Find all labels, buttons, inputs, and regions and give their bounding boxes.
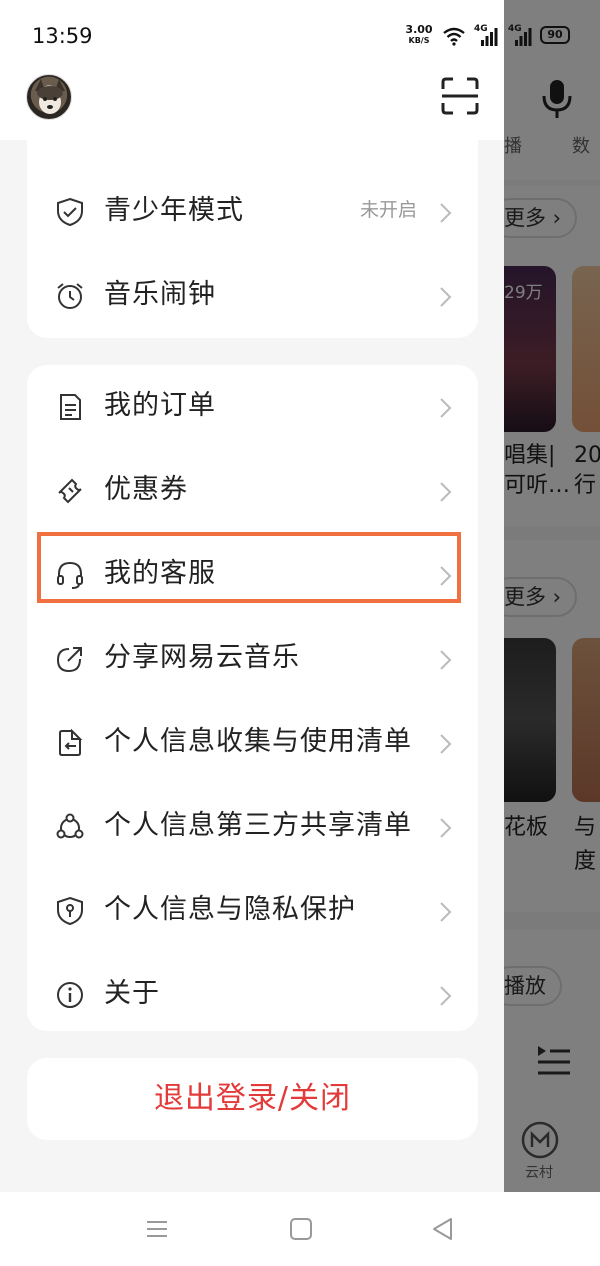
privacy-shield-icon [57, 896, 83, 926]
menu-label: 个人信息与隐私保护 [104, 894, 356, 925]
status-indicators: 3.00 KB/S 4G 4G 90 [400, 24, 580, 54]
menu-label: 优惠券 [104, 474, 188, 505]
menu-item-third-party-share-list[interactable]: 个人信息第三方共享清单 [27, 785, 478, 869]
avatar-dog-icon [35, 79, 65, 114]
menu-item-about[interactable]: 关于 [27, 953, 478, 1031]
menu-label: 青少年模式 [104, 195, 244, 226]
shield-check-icon [57, 197, 83, 227]
signal-bars-icon [515, 28, 532, 46]
settings-card-main: 我的订单 优惠券 我的客服 分享网易云音乐 个人信息收集与使用清单 个人信息第三… [27, 365, 478, 1031]
net-speed-value: 3.00 [405, 23, 433, 36]
battery-icon: 90 [540, 26, 570, 44]
net-speed-unit: KB/S [408, 36, 430, 45]
menu-item-my-orders[interactable]: 我的订单 [27, 365, 478, 449]
avatar[interactable] [26, 74, 72, 120]
menu-label: 个人信息收集与使用清单 [104, 726, 412, 757]
info-icon [57, 982, 83, 1008]
menu-label: 音乐闹钟 [104, 279, 216, 310]
menu-icon[interactable] [144, 1216, 170, 1242]
menu-label: 分享网易云音乐 [104, 642, 300, 673]
chevron-right-icon [440, 650, 452, 670]
chevron-right-icon [440, 203, 452, 223]
chevron-right-icon [440, 566, 452, 586]
scan-icon[interactable] [440, 76, 480, 116]
system-nav-bar [0, 1192, 600, 1266]
menu-item-teen-mode[interactable]: 青少年模式 未开启 [27, 170, 478, 254]
signal-bars-icon [481, 28, 498, 46]
file-import-icon [59, 728, 83, 756]
chevron-right-icon [440, 986, 452, 1006]
share-nodes-icon [56, 813, 84, 839]
menu-item-privacy-protection[interactable]: 个人信息与隐私保护 [27, 869, 478, 953]
chevron-right-icon [440, 902, 452, 922]
status-text: 未开启 [360, 199, 418, 221]
headset-icon [57, 561, 83, 589]
menu-item-share-app[interactable]: 分享网易云音乐 [27, 617, 478, 701]
coupon-ticket-icon [58, 478, 82, 504]
alarm-clock-icon [57, 283, 83, 309]
menu-label: 我的客服 [104, 558, 216, 589]
chevron-right-icon [440, 818, 452, 838]
menu-label: 关于 [104, 978, 160, 1009]
share-icon [56, 647, 82, 673]
drawer-header [0, 72, 504, 140]
menu-label: 我的订单 [104, 390, 216, 421]
menu-item-info-collection-list[interactable]: 个人信息收集与使用清单 [27, 701, 478, 785]
logout-button[interactable]: 退出登录/关闭 [27, 1058, 478, 1140]
menu-label: 个人信息第三方共享清单 [104, 810, 412, 841]
menu-item-customer-service[interactable]: 我的客服 [27, 533, 478, 617]
menu-item-coupons[interactable]: 优惠券 [27, 449, 478, 533]
menu-item-music-alarm[interactable]: 音乐闹钟 [27, 254, 478, 338]
battery-level: 90 [547, 28, 563, 41]
net-speed: 3.00 KB/S [402, 24, 436, 46]
chevron-right-icon [440, 482, 452, 502]
chevron-right-icon [440, 287, 452, 307]
chevron-right-icon [440, 734, 452, 754]
wifi-icon [443, 27, 465, 46]
home-icon[interactable] [288, 1216, 314, 1242]
order-document-icon [60, 394, 81, 420]
logout-card: 退出登录/关闭 [27, 1058, 478, 1140]
back-icon[interactable] [430, 1216, 456, 1242]
chevron-right-icon [440, 398, 452, 418]
status-time: 13:59 [32, 24, 93, 48]
side-drawer: 13:59 青少年模式 未开启 音乐闹钟 我的订单 优惠券 我的客服 分享网易云… [0, 0, 504, 1192]
